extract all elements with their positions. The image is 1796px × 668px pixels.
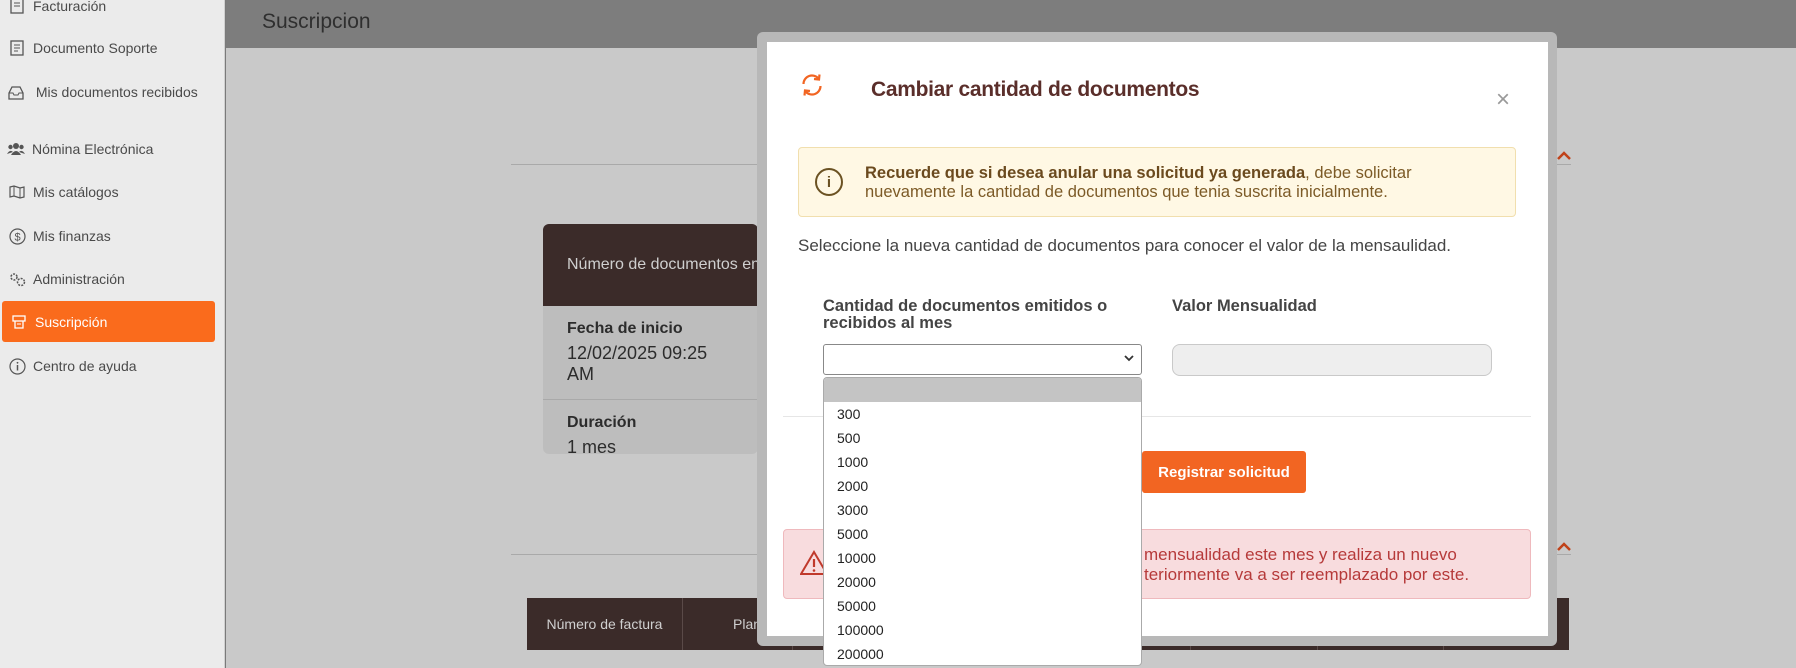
dropdown-option[interactable]: 50000	[824, 594, 1141, 618]
sidebar-item-facturacion[interactable]: Facturación	[2, 0, 215, 15]
dropdown-option[interactable]: 100000	[824, 618, 1141, 642]
card-field-start: Fecha de inicio 12/02/2025 09:25 AM	[543, 306, 758, 400]
inbox-icon	[7, 84, 25, 102]
document-icon	[8, 39, 26, 57]
sidebar-item-nomina[interactable]: Nómina Electrónica	[2, 140, 215, 158]
sidebar-item-finanzas[interactable]: $ Mis finanzas	[2, 227, 215, 245]
notice-bold-text: Recuerde que si desea anular una solicit…	[865, 164, 1306, 182]
sidebar: Facturación Documento Soporte Mis docume…	[0, 0, 225, 668]
dropdown-option[interactable]: 5000	[824, 522, 1141, 546]
field-value: 12/02/2025 09:25 AM	[567, 343, 708, 384]
sidebar-item-label: Documento Soporte	[33, 40, 158, 56]
card-header: Número de documentos emi	[543, 224, 758, 306]
sidebar-item-suscripcion[interactable]: Suscripción	[2, 301, 215, 342]
dropdown-option[interactable]: 3000	[824, 498, 1141, 522]
chevron-down-icon	[1124, 353, 1134, 362]
field-value: 1 mes	[567, 437, 617, 454]
svg-text:$: $	[14, 231, 20, 243]
gears-icon	[8, 270, 26, 288]
sidebar-item-administracion[interactable]: Administración	[2, 270, 215, 288]
sidebar-item-label: Mis catálogos	[33, 184, 119, 200]
sidebar-item-centro-ayuda[interactable]: Centro de ayuda	[2, 357, 215, 375]
page-title: Suscripcion	[262, 10, 371, 33]
instructions-text: Seleccione la nueva cantidad de document…	[798, 236, 1452, 255]
sidebar-item-label: Mis finanzas	[33, 228, 111, 244]
sidebar-item-label: Centro de ayuda	[33, 358, 137, 374]
field-label: Duración	[567, 414, 637, 431]
dropdown-option[interactable]: 1000	[824, 450, 1141, 474]
info-icon	[8, 357, 26, 375]
register-request-button[interactable]: Registrar solicitud	[1142, 451, 1306, 493]
dropdown-option[interactable]	[824, 378, 1141, 402]
dropdown-option[interactable]: 20000	[824, 570, 1141, 594]
sidebar-item-mis-documentos[interactable]: Mis documentos recibidos	[2, 83, 215, 102]
sidebar-item-label: Mis documentos recibidos	[35, 84, 198, 100]
subscription-card: Número de documentos emi Fecha de inicio…	[543, 224, 758, 454]
dropdown-option[interactable]: 2000	[824, 474, 1141, 498]
danger-line: mensualidad este mes y realiza un nuevo	[1144, 545, 1457, 564]
quantity-dropdown-list[interactable]: 300 500 1000 2000 3000 5000 10000 20000 …	[823, 377, 1142, 666]
sidebar-item-label: Suscripción	[35, 313, 108, 330]
danger-line: teriormente va a ser reemplazado por est…	[1144, 565, 1470, 584]
users-icon	[7, 140, 25, 158]
sidebar-item-label: Administración	[33, 271, 125, 287]
sidebar-item-label: Facturación	[33, 0, 107, 14]
info-icon: i	[815, 168, 843, 196]
chevron-up-icon[interactable]	[1557, 148, 1571, 160]
close-icon[interactable]: ×	[1496, 88, 1510, 112]
dropdown-option[interactable]: 200000	[824, 642, 1141, 665]
sidebar-item-documento-soporte[interactable]: Documento Soporte	[2, 39, 215, 57]
invoice-icon	[8, 0, 26, 15]
dropdown-option[interactable]: 300	[824, 402, 1141, 426]
sidebar-item-catalogos[interactable]: Mis catálogos	[2, 183, 215, 201]
notice-text: Recuerde que si desea anular una solicit…	[865, 164, 1505, 202]
danger-text: mensualidad este mes y realiza un nuevo …	[1144, 545, 1796, 585]
warning-notice: i Recuerde que si desea anular una solic…	[798, 147, 1516, 217]
dropdown-option[interactable]: 500	[824, 426, 1141, 450]
refresh-icon	[799, 72, 825, 98]
dropdown-option[interactable]: 10000	[824, 546, 1141, 570]
card-field-duration: Duración 1 mes	[543, 400, 758, 454]
map-icon	[8, 183, 26, 201]
monthly-value-input	[1172, 344, 1492, 376]
sidebar-item-label: Nómina Electrónica	[32, 141, 154, 157]
value-field-label: Valor Mensualidad	[1172, 297, 1317, 315]
subscription-icon	[10, 313, 28, 331]
modal-title: Cambiar cantidad de documentos	[871, 78, 1200, 101]
field-label: Fecha de inicio	[567, 320, 683, 337]
table-header-cell: Número de factura	[527, 598, 683, 650]
dollar-icon: $	[8, 227, 26, 245]
quantity-field-label: Cantidad de documentos emitidos o recibi…	[823, 297, 1108, 332]
quantity-select[interactable]	[823, 344, 1142, 375]
